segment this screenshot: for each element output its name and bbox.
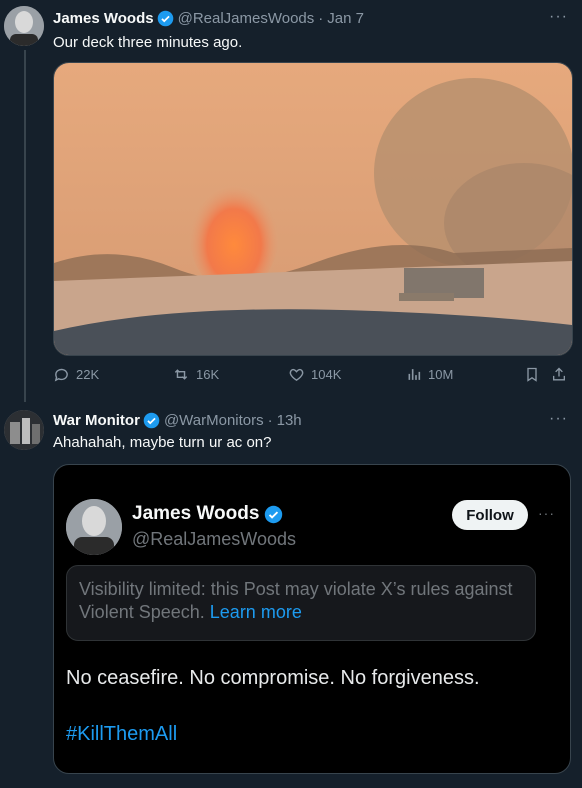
repost-icon [174, 369, 188, 380]
thread-line [24, 50, 26, 402]
tweet-actions: 22K 16K 104K 10M [53, 366, 571, 388]
more-options-icon[interactable]: ··· [549, 410, 568, 428]
views-count: 10M [428, 367, 454, 382]
verified-badge-icon [157, 10, 173, 27]
quoted-text: No ceasefire. No compromise. No forgiven… [66, 667, 480, 689]
separator: · [318, 10, 324, 27]
reply-count: 22K [76, 367, 100, 382]
author-name[interactable]: War Monitor [53, 412, 140, 429]
follow-button[interactable]: Follow [452, 500, 528, 530]
author-name[interactable]: James Woods [53, 10, 154, 27]
quoted-post[interactable]: James Woods @RealJamesWoods Follow ··· V… [53, 464, 571, 774]
tweet-text: Ahahahah, maybe turn ur ac on? [53, 434, 272, 451]
tweet-header: James Woods @RealJamesWoods · Jan 7 [53, 10, 364, 27]
avatar-photo [66, 499, 122, 555]
tweet-text: Our deck three minutes ago. [53, 34, 243, 51]
quoted-author-name[interactable]: James Woods [132, 503, 287, 525]
hashtag-link[interactable]: #KillThemAll [66, 723, 177, 746]
tweet-header: War Monitor @WarMonitors · 13h [53, 412, 302, 429]
more-options-icon[interactable]: ··· [538, 505, 555, 521]
reply-button[interactable]: 22K [53, 366, 99, 383]
views-chart-icon [408, 369, 421, 380]
repost-button[interactable]: 16K [172, 366, 219, 383]
avatar[interactable] [4, 6, 44, 46]
author-handle[interactable]: @WarMonitors [164, 412, 264, 429]
bookmark-icon [527, 367, 537, 382]
repost-count: 16K [196, 367, 220, 382]
fire-video-thumbnail [54, 63, 572, 355]
more-options-icon[interactable]: ··· [549, 8, 568, 26]
quoted-author-handle[interactable]: @RealJamesWoods [132, 529, 296, 550]
avatar[interactable] [66, 499, 122, 555]
separator: · [267, 412, 273, 429]
heart-icon [289, 368, 304, 382]
timestamp[interactable]: Jan 7 [327, 10, 364, 27]
timestamp[interactable]: 13h [277, 412, 302, 429]
visibility-limited-notice: Visibility limited: this Post may violat… [66, 565, 536, 641]
quoted-author-name-text: James Woods [132, 503, 260, 524]
views-button[interactable]: 10M [406, 366, 453, 383]
avatar-photo [4, 6, 44, 46]
learn-more-link[interactable]: Learn more [210, 602, 302, 622]
verified-badge-icon [265, 505, 283, 523]
bookmark-button[interactable] [524, 366, 546, 383]
avatar-photo [4, 410, 44, 450]
like-button[interactable]: 104K [288, 366, 341, 383]
like-count: 104K [311, 367, 342, 382]
author-handle[interactable]: @RealJamesWoods [178, 10, 315, 27]
share-icon [553, 367, 565, 381]
verified-badge-icon [143, 412, 160, 429]
share-button[interactable] [551, 366, 573, 383]
reply-icon [54, 368, 68, 382]
video-media[interactable] [53, 62, 573, 356]
avatar[interactable] [4, 410, 44, 450]
